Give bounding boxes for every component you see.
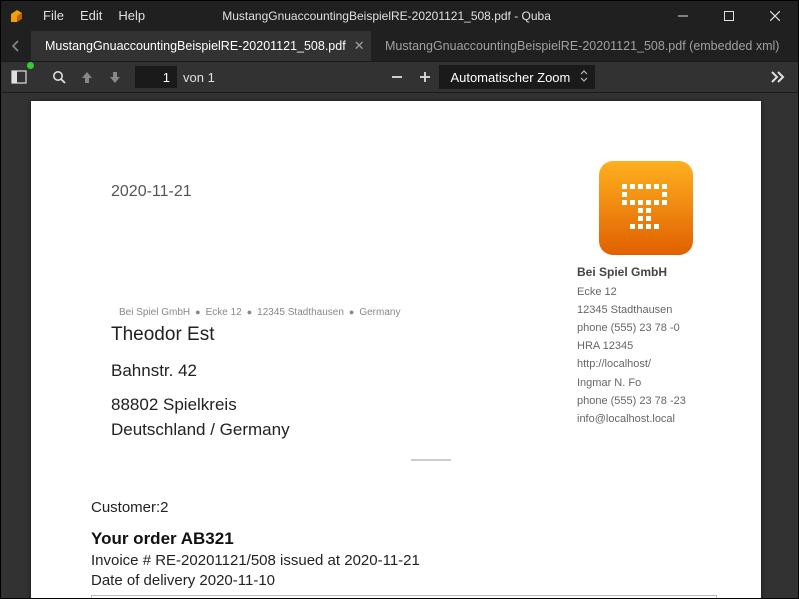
more-tools-button[interactable] bbox=[764, 63, 792, 91]
search-button[interactable] bbox=[45, 63, 73, 91]
tab-pdf[interactable]: MustangGnuaccountingBeispielRE-20201121_… bbox=[31, 31, 371, 61]
company-phone-direct: phone (555) 23 78 -23 bbox=[577, 392, 717, 410]
zoom-mode-label: Automatischer Zoom bbox=[450, 70, 570, 85]
recipient-street: Bahnstr. 42 bbox=[111, 359, 290, 384]
company-phone: phone (555) 23 78 -0 bbox=[577, 319, 717, 337]
minus-icon bbox=[390, 70, 404, 84]
invoice-table-top bbox=[91, 595, 717, 598]
invoice-number-line: Invoice # RE-20201121/508 issued at 2020… bbox=[91, 551, 420, 571]
document-viewer[interactable]: 2020-11-21 Bei Spiel GmbH Ecke 12 1 bbox=[1, 93, 798, 598]
company-reg: HRA 12345 bbox=[577, 337, 717, 355]
tab-label: MustangGnuaccountingBeispielRE-20201121_… bbox=[385, 39, 779, 53]
delivery-date-line: Date of delivery 2020-11-10 bbox=[91, 571, 420, 591]
invoice-info: Invoice # RE-20201121/508 issued at 2020… bbox=[91, 551, 420, 590]
window-controls bbox=[660, 1, 798, 31]
fold-mark bbox=[411, 459, 451, 461]
menu-help[interactable]: Help bbox=[110, 1, 153, 31]
recipient-city: 88802 Spielkreis bbox=[111, 393, 290, 418]
app-icon bbox=[9, 8, 25, 24]
page-number-input[interactable] bbox=[135, 66, 177, 88]
zoom-in-button[interactable] bbox=[411, 63, 439, 91]
plus-icon bbox=[418, 70, 432, 84]
company-city: 12345 Stadthausen bbox=[577, 301, 717, 319]
sidebar-toggle-button[interactable] bbox=[5, 63, 33, 91]
document-tabs: MustangGnuaccountingBeispielRE-20201121_… bbox=[1, 31, 798, 61]
zoom-out-button[interactable] bbox=[383, 63, 411, 91]
company-name: Bei Spiel GmbH bbox=[577, 263, 717, 283]
next-page-button[interactable] bbox=[101, 63, 129, 91]
company-contact: Ingmar N. Fo bbox=[577, 374, 717, 392]
company-email: info@localhost.local bbox=[577, 410, 717, 428]
chevron-up-down-icon bbox=[580, 70, 588, 85]
recipient-country: Deutschland / Germany bbox=[111, 418, 290, 443]
viewer-toolbar: von 1 Automatischer Zoom bbox=[1, 61, 798, 93]
sender-address-line: Bei Spiel GmbH●Ecke 12●12345 Stadthausen… bbox=[119, 307, 400, 318]
company-url: http://localhost/ bbox=[577, 355, 717, 373]
chevron-double-right-icon bbox=[770, 71, 786, 83]
page-count-label: von 1 bbox=[183, 70, 215, 85]
document-date: 2020-11-21 bbox=[111, 183, 192, 201]
zoom-mode-select[interactable]: Automatischer Zoom bbox=[439, 65, 595, 89]
maximize-button[interactable] bbox=[706, 1, 752, 31]
tab-label: MustangGnuaccountingBeispielRE-20201121_… bbox=[45, 39, 346, 53]
recipient-address: Theodor Est Bahnstr. 42 88802 Spielkreis… bbox=[111, 321, 290, 442]
tab-embedded-xml[interactable]: MustangGnuaccountingBeispielRE-20201121_… bbox=[371, 31, 711, 61]
status-dot-icon bbox=[27, 62, 34, 69]
search-icon bbox=[52, 70, 67, 85]
tab-previous-icon[interactable] bbox=[1, 31, 31, 61]
arrow-up-icon bbox=[81, 70, 93, 84]
titlebar: File Edit Help MustangGnuaccountingBeisp… bbox=[1, 1, 798, 31]
close-button[interactable] bbox=[752, 1, 798, 31]
order-title: Your order AB321 bbox=[91, 529, 234, 549]
close-icon[interactable]: ✕ bbox=[354, 38, 365, 54]
menu-edit[interactable]: Edit bbox=[72, 1, 110, 31]
app-window: File Edit Help MustangGnuaccountingBeisp… bbox=[0, 0, 799, 599]
minimize-button[interactable] bbox=[660, 1, 706, 31]
arrow-down-icon bbox=[109, 70, 121, 84]
menu-file[interactable]: File bbox=[35, 1, 72, 31]
company-logo bbox=[599, 161, 693, 255]
customer-id: Customer:2 bbox=[91, 499, 169, 516]
company-street: Ecke 12 bbox=[577, 283, 717, 301]
window-title: MustangGnuaccountingBeispielRE-20201121_… bbox=[153, 9, 660, 23]
prev-page-button[interactable] bbox=[73, 63, 101, 91]
document-page: 2020-11-21 Bei Spiel GmbH Ecke 12 1 bbox=[31, 101, 761, 598]
recipient-name: Theodor Est bbox=[111, 321, 290, 349]
company-info-block: Bei Spiel GmbH Ecke 12 12345 Stadthausen… bbox=[577, 263, 717, 428]
